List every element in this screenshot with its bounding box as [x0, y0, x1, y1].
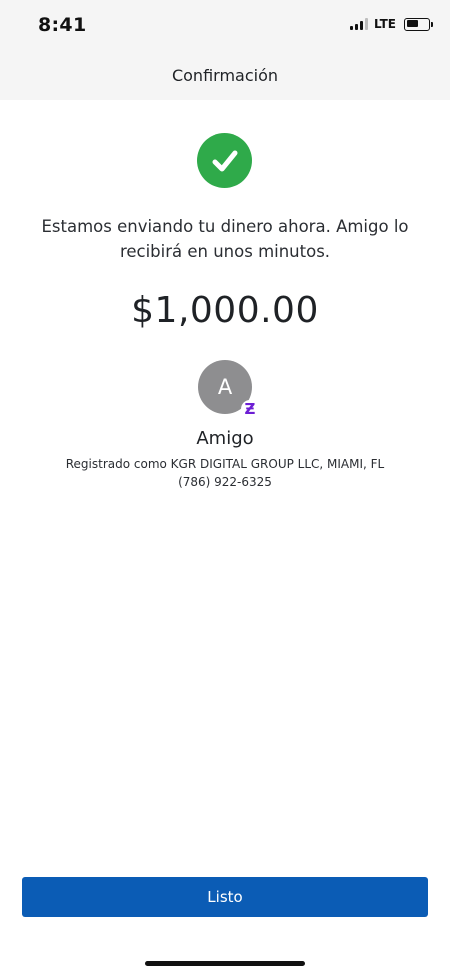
zelle-icon: Ƶ	[241, 400, 259, 418]
signal-icon	[349, 18, 368, 30]
amount: $1,000.00	[131, 290, 319, 331]
battery-icon	[404, 17, 433, 31]
confirmation-screen: 8:41 LTE Confirmación Estamos enviando t…	[0, 0, 450, 975]
check-circle-icon	[197, 133, 252, 188]
confirmation-message: Estamos enviando tu dinero ahora. Amigo …	[41, 217, 409, 261]
network-type: LTE	[373, 17, 396, 31]
status-indicators: LTE	[349, 17, 433, 31]
status-time: 8:41	[38, 14, 87, 36]
done-button[interactable]: Listo	[22, 877, 428, 917]
home-indicator[interactable]	[145, 961, 305, 966]
recipient-registration: Registrado como KGR DIGITAL GROUP LLC, M…	[65, 457, 385, 471]
recipient-name: Amigo	[196, 428, 254, 449]
recipient-phone: (786) 922-6325	[178, 475, 272, 489]
page-title: Confirmación	[171, 66, 279, 85]
battery-level	[406, 20, 418, 27]
